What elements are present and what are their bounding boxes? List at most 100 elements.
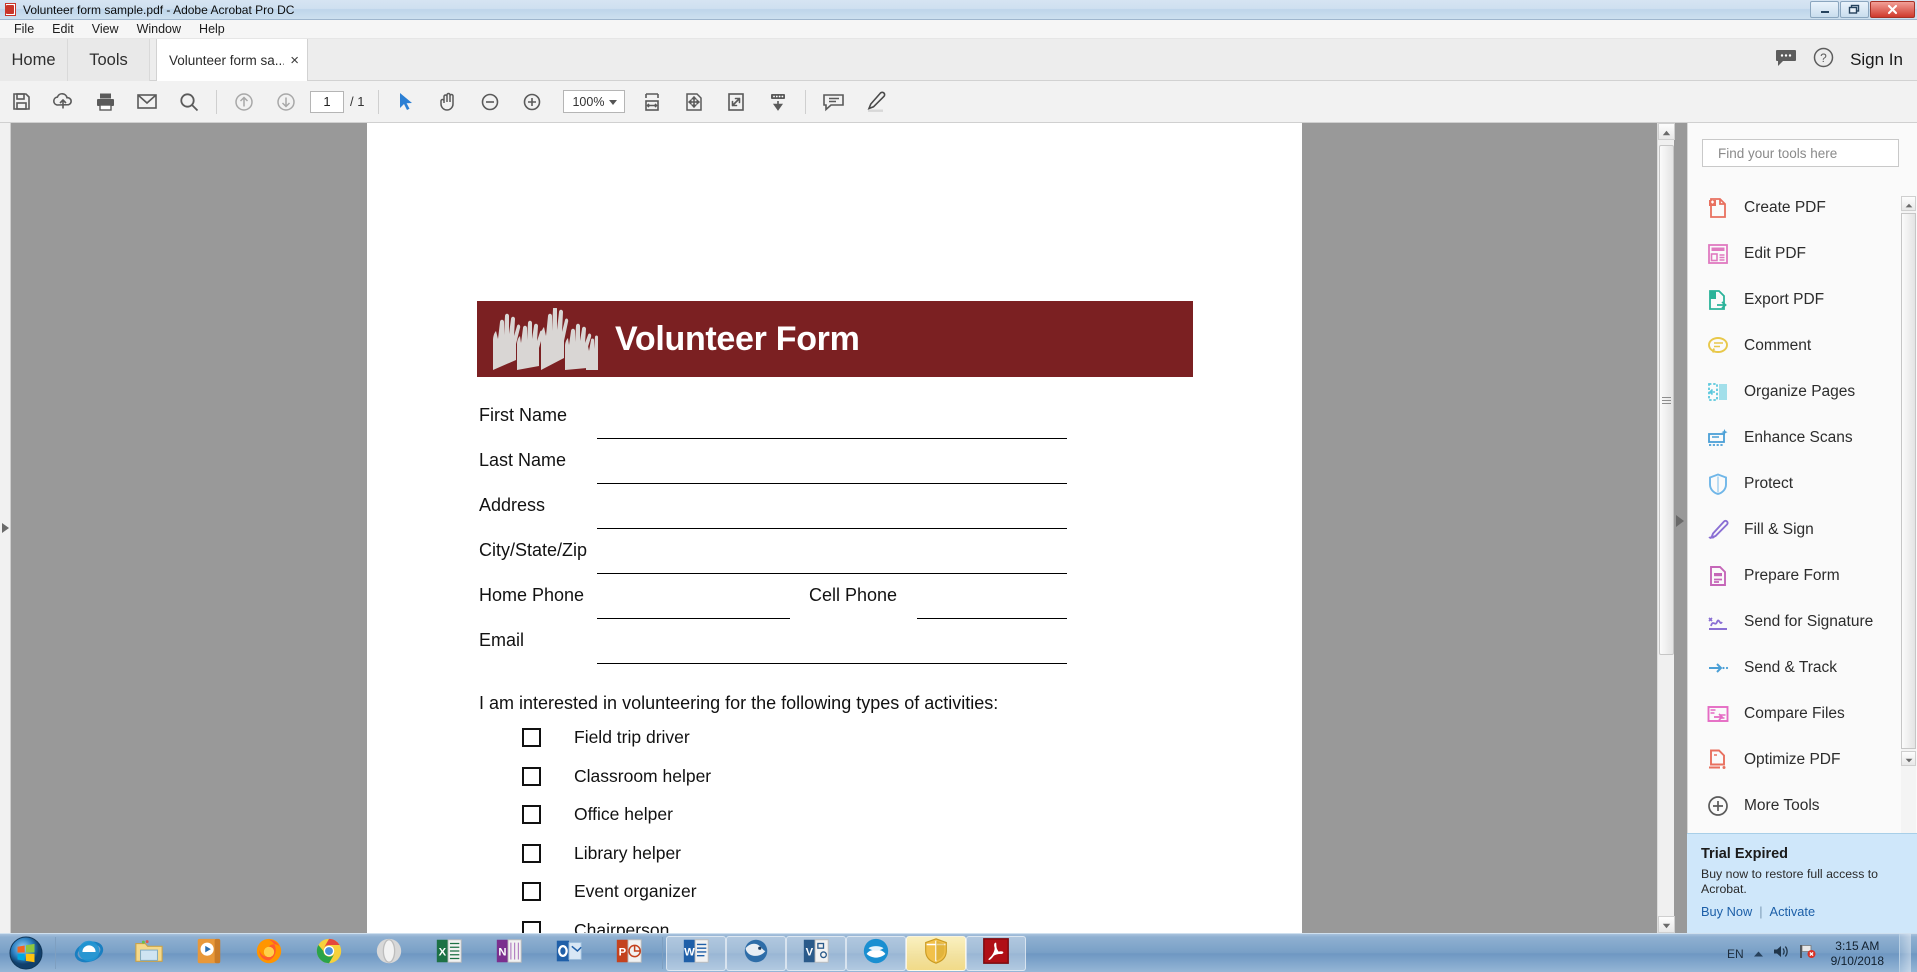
form-field-line[interactable] — [597, 528, 1067, 529]
clock[interactable]: 3:15 AM 9/10/2018 — [1825, 939, 1890, 969]
language-indicator[interactable]: EN — [1727, 947, 1744, 961]
print-icon[interactable] — [84, 81, 126, 123]
show-desktop-button[interactable] — [1899, 934, 1911, 972]
windows-start-orb-icon[interactable] — [0, 935, 52, 972]
taskbar-visio[interactable]: V — [786, 935, 846, 971]
comment-bubble-icon[interactable] — [1775, 49, 1797, 72]
envelope-icon[interactable] — [126, 81, 168, 123]
tools-scrollbar-thumb[interactable] — [1901, 213, 1916, 749]
fit-page-icon[interactable] — [673, 81, 715, 123]
taskbar-outlook[interactable] — [539, 936, 599, 971]
activity-checkbox[interactable] — [522, 805, 541, 824]
close-icon[interactable]: × — [290, 53, 299, 68]
activity-checkbox[interactable] — [522, 843, 541, 863]
document-scrollbar[interactable] — [1657, 123, 1675, 933]
tool-item-optimize-pdf[interactable]: Optimize PDF — [1688, 737, 1901, 783]
activity-checkbox[interactable] — [522, 766, 541, 786]
activity-checkbox[interactable] — [522, 728, 541, 747]
sign-in-button[interactable]: Sign In — [1850, 50, 1903, 70]
cursor-arrow-icon[interactable] — [385, 81, 427, 123]
chevron-down-icon[interactable] — [609, 99, 618, 105]
zoom-in-circle-icon[interactable] — [511, 81, 553, 123]
arrow-up-circle-icon[interactable] — [223, 81, 265, 123]
taskbar-openoffice[interactable] — [846, 935, 906, 971]
taskbar-firefox[interactable] — [239, 936, 299, 971]
tool-item-send-for-signature[interactable]: Send for Signature — [1688, 599, 1901, 645]
cell-phone-line[interactable] — [917, 618, 1067, 619]
taskbar-windows-explorer[interactable] — [119, 936, 179, 971]
menu-view[interactable]: View — [83, 20, 128, 38]
save-disk-icon[interactable] — [0, 81, 42, 123]
tool-item-prepare-form[interactable]: Prepare Form — [1688, 553, 1901, 599]
chevron-up-icon[interactable] — [1753, 945, 1764, 963]
tool-item-organize-pages[interactable]: Organize Pages — [1688, 369, 1901, 415]
tab-tools[interactable]: Tools — [68, 39, 150, 81]
right-panel-toggle[interactable] — [1676, 515, 1684, 527]
menu-window[interactable]: Window — [128, 20, 190, 38]
activity-checkbox[interactable] — [522, 882, 541, 901]
minimize-button[interactable] — [1810, 1, 1839, 18]
tool-item-edit-pdf[interactable]: Edit PDF — [1688, 231, 1901, 277]
tools-scroll-down-button[interactable] — [1901, 751, 1916, 766]
scroll-down-icon[interactable] — [757, 81, 799, 123]
arrow-down-circle-icon[interactable] — [265, 81, 307, 123]
form-field-line[interactable] — [597, 573, 1067, 574]
scrollbar-thumb[interactable] — [1659, 145, 1674, 655]
tool-item-comment[interactable]: Comment — [1688, 323, 1901, 369]
tools-search-input[interactable]: Find your tools here — [1702, 139, 1899, 167]
close-button[interactable] — [1870, 1, 1915, 18]
activity-checkbox[interactable] — [522, 920, 541, 933]
tool-item-more-tools[interactable]: More Tools — [1688, 783, 1901, 829]
activate-link[interactable]: Activate — [1770, 904, 1816, 919]
hand-pan-icon[interactable] — [427, 81, 469, 123]
tab-home[interactable]: Home — [0, 39, 68, 81]
taskbar-google-chrome[interactable] — [299, 936, 359, 971]
tool-item-fill-sign[interactable]: Fill & Sign — [1688, 507, 1901, 553]
scroll-down-button[interactable] — [1658, 916, 1675, 933]
restore-button[interactable] — [1840, 1, 1869, 18]
upload-cloud-icon[interactable] — [42, 81, 84, 123]
taskbar-excel[interactable]: X — [419, 936, 479, 971]
menu-help[interactable]: Help — [190, 20, 234, 38]
menu-edit[interactable]: Edit — [43, 20, 83, 38]
tool-item-create-pdf[interactable]: Create PDF — [1688, 185, 1901, 231]
triangle-right-icon[interactable] — [1, 523, 9, 533]
taskbar-internet-explorer[interactable] — [59, 936, 119, 971]
tool-item-compare-files[interactable]: Compare Files — [1688, 691, 1901, 737]
page-number-input[interactable]: 1 — [310, 90, 344, 113]
fullscreen-expand-icon[interactable] — [715, 81, 757, 123]
form-field-line[interactable] — [597, 618, 790, 619]
scroll-up-button[interactable] — [1658, 123, 1675, 140]
document-tab[interactable]: Volunteer form sa... × — [156, 39, 308, 81]
question-circle-icon[interactable]: ? — [1813, 47, 1834, 73]
form-field-line[interactable] — [597, 438, 1067, 439]
network-flag-error-icon[interactable] — [1799, 944, 1816, 964]
taskbar-thunderbird[interactable] — [726, 935, 786, 971]
taskbar-powerpoint[interactable]: P — [599, 936, 659, 971]
tools-pane-scrollbar[interactable] — [1901, 196, 1916, 933]
document-viewport[interactable]: Volunteer Form First Name Last Name Addres… — [12, 123, 1657, 933]
tool-item-export-pdf[interactable]: Export PDF — [1688, 277, 1901, 323]
form-field-line[interactable] — [597, 483, 1067, 484]
zoom-level-select[interactable]: 100% — [563, 90, 626, 113]
taskbar-onenote[interactable]: N — [479, 936, 539, 971]
tool-item-protect[interactable]: Protect — [1688, 461, 1901, 507]
magnifier-icon[interactable] — [168, 81, 210, 123]
menu-file[interactable]: File — [5, 20, 43, 38]
comment-annotate-icon[interactable] — [812, 81, 854, 123]
taskbar-windows-media-player[interactable] — [179, 936, 239, 971]
left-panel-toggle[interactable] — [0, 123, 11, 933]
taskbar-opera[interactable] — [359, 936, 419, 971]
fit-width-icon[interactable] — [631, 81, 673, 123]
taskbar-word[interactable]: W — [666, 935, 726, 971]
buy-now-link[interactable]: Buy Now — [1701, 904, 1752, 919]
taskbar-security-shield[interactable] — [906, 935, 966, 971]
speaker-icon[interactable] — [1773, 944, 1790, 964]
zoom-out-circle-icon[interactable] — [469, 81, 511, 123]
highlighter-pen-icon[interactable] — [854, 81, 896, 123]
taskbar-adobe-acrobat[interactable] — [966, 935, 1026, 971]
tools-scroll-up-button[interactable] — [1901, 196, 1916, 211]
form-field-line[interactable] — [597, 663, 1067, 664]
tool-item-send-track[interactable]: Send & Track — [1688, 645, 1901, 691]
tool-item-enhance-scans[interactable]: Enhance Scans — [1688, 415, 1901, 461]
